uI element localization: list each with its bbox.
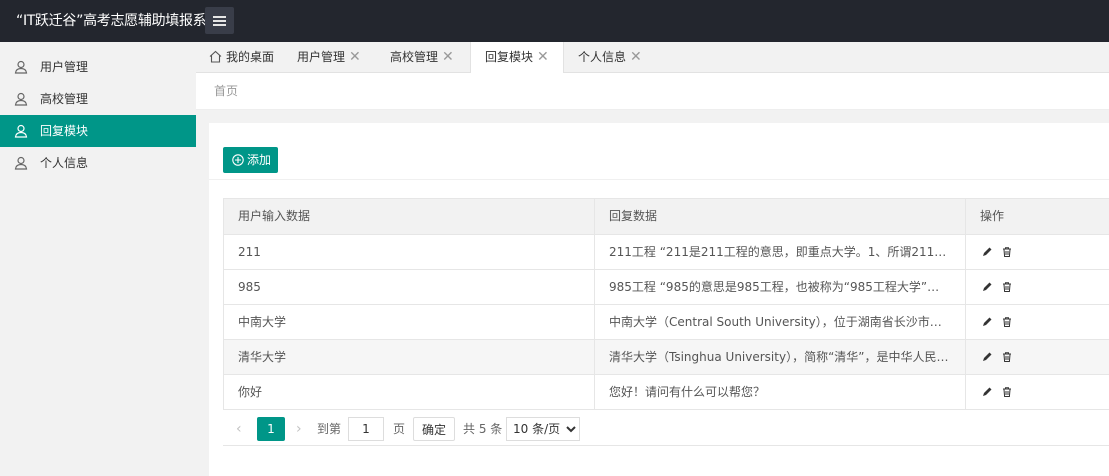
table-row[interactable]: 清华大学 清华大学（Tsinghua University），简称“清华”，是中… xyxy=(224,340,1109,375)
close-icon[interactable]: ✕ xyxy=(630,42,642,72)
tab-desktop[interactable]: 我的桌面 xyxy=(196,42,283,73)
app-title: “IT跃迁谷”高考志愿辅助填报系 xyxy=(16,13,207,29)
column-header-input: 用户输入数据 xyxy=(224,199,595,234)
user-icon xyxy=(14,92,28,106)
user-icon xyxy=(14,156,28,170)
close-icon[interactable]: ✕ xyxy=(349,42,361,72)
delete-icon[interactable] xyxy=(1001,351,1013,363)
column-header-reply: 回复数据 xyxy=(595,199,966,234)
page-number-current[interactable]: 1 xyxy=(257,417,285,441)
user-icon xyxy=(14,60,28,74)
content-panel: 添加 用户输入数据 回复数据 操作 211 211工程 “211是211工程的意… xyxy=(209,123,1109,476)
close-icon[interactable]: ✕ xyxy=(537,42,549,72)
page-size-select[interactable]: 10 条/页 xyxy=(506,417,580,441)
total-count: 共 5 条 xyxy=(463,422,503,436)
row-actions xyxy=(981,246,1017,260)
cell-input: 211 xyxy=(224,235,595,269)
sidebar-item-replies[interactable]: 回复模块 xyxy=(0,115,196,147)
goto-confirm-button[interactable]: 确定 xyxy=(413,417,456,441)
prev-page-icon[interactable]: ‹ xyxy=(236,417,242,441)
tab-label: 回复模块 xyxy=(485,50,534,64)
sidebar: 用户管理 高校管理 回复模块 个人信息 xyxy=(0,42,196,476)
table-row[interactable]: 中南大学 中南大学（Central South University），位于湖南… xyxy=(224,305,1109,340)
cell-reply: 中南大学（Central South University），位于湖南省长沙市，… xyxy=(595,305,966,339)
cell-input: 985 xyxy=(224,270,595,304)
sidebar-item-label: 回复模块 xyxy=(40,124,89,138)
tab-label: 高校管理 xyxy=(390,50,439,64)
tab-label: 个人信息 xyxy=(578,50,627,64)
sidebar-item-profile[interactable]: 个人信息 xyxy=(0,147,196,179)
hamburger-icon xyxy=(213,16,226,18)
tab-replies[interactable]: 回复模块 ✕ xyxy=(470,42,564,74)
cell-input: 中南大学 xyxy=(224,305,595,339)
goto-suffix: 页 xyxy=(393,422,406,436)
tab-label: 用户管理 xyxy=(297,50,346,64)
edit-icon[interactable] xyxy=(981,246,993,258)
sidebar-item-users[interactable]: 用户管理 xyxy=(0,51,196,83)
table-row[interactable]: 211 211工程 “211是211工程的意思，即重点大学。1、所谓211的21… xyxy=(224,235,1109,270)
goto-prefix: 到第 xyxy=(317,422,342,436)
reply-table: 用户输入数据 回复数据 操作 211 211工程 “211是211工程的意思，即… xyxy=(223,198,1109,410)
edit-icon[interactable] xyxy=(981,351,993,363)
cell-input: 清华大学 xyxy=(224,340,595,374)
divider xyxy=(209,179,1109,180)
pagination: ‹ 1 › 到第 页 确定 共 5 条 10 条/页 xyxy=(223,410,1109,446)
tab-label: 我的桌面 xyxy=(226,50,275,64)
table-header: 用户输入数据 回复数据 操作 xyxy=(224,199,1109,235)
breadcrumb-home[interactable]: 首页 xyxy=(214,73,238,109)
cell-reply: 211工程 “211是211工程的意思，即重点大学。1、所谓211的21指的是2… xyxy=(595,235,966,269)
edit-icon[interactable] xyxy=(981,386,993,398)
breadcrumb: 首页 xyxy=(196,73,1109,110)
row-actions xyxy=(981,386,1017,400)
delete-icon[interactable] xyxy=(1001,246,1013,258)
cell-input: 你好 xyxy=(224,375,595,409)
sidebar-item-label: 高校管理 xyxy=(40,92,89,106)
tab-profile[interactable]: 个人信息 ✕ xyxy=(564,42,658,73)
plus-circle-icon xyxy=(232,154,244,166)
table-row[interactable]: 985 985工程 “985的意思是985工程，也被称为“985工程大学”。是国… xyxy=(224,270,1109,305)
next-page-icon[interactable]: › xyxy=(296,417,302,441)
top-bar: “IT跃迁谷”高考志愿辅助填报系 xyxy=(0,0,1109,42)
delete-icon[interactable] xyxy=(1001,316,1013,328)
row-actions xyxy=(981,316,1017,330)
home-icon xyxy=(209,50,222,63)
sidebar-item-label: 个人信息 xyxy=(40,156,89,170)
table-row[interactable]: 你好 您好！请问有什么可以帮您？ xyxy=(224,375,1109,410)
sidebar-item-colleges[interactable]: 高校管理 xyxy=(0,83,196,115)
cell-reply: 您好！请问有什么可以帮您？ xyxy=(595,375,966,409)
row-actions xyxy=(981,351,1017,365)
column-header-actions: 操作 xyxy=(980,209,1005,223)
cell-reply: 清华大学（Tsinghua University），简称“清华”，是中华人民共和… xyxy=(595,340,966,374)
row-actions xyxy=(981,281,1017,295)
close-icon[interactable]: ✕ xyxy=(442,42,454,72)
delete-icon[interactable] xyxy=(1001,281,1013,293)
sidebar-item-label: 用户管理 xyxy=(40,60,89,74)
tab-bar: 我的桌面 用户管理 ✕ 高校管理 ✕ 回复模块 ✕ 个人信息 ✕ xyxy=(196,42,1109,74)
edit-icon[interactable] xyxy=(981,316,993,328)
add-button[interactable]: 添加 xyxy=(223,147,278,173)
cell-reply: 985工程 “985的意思是985工程，也被称为“985工程大学”。是国家在世纪… xyxy=(595,270,966,304)
edit-icon[interactable] xyxy=(981,281,993,293)
tab-users[interactable]: 用户管理 ✕ xyxy=(283,42,376,73)
user-icon xyxy=(14,124,28,138)
goto-page-input[interactable] xyxy=(348,417,384,441)
add-button-label: 添加 xyxy=(247,153,272,167)
tab-colleges[interactable]: 高校管理 ✕ xyxy=(376,42,470,73)
delete-icon[interactable] xyxy=(1001,386,1013,398)
menu-toggle-button[interactable] xyxy=(205,7,234,34)
